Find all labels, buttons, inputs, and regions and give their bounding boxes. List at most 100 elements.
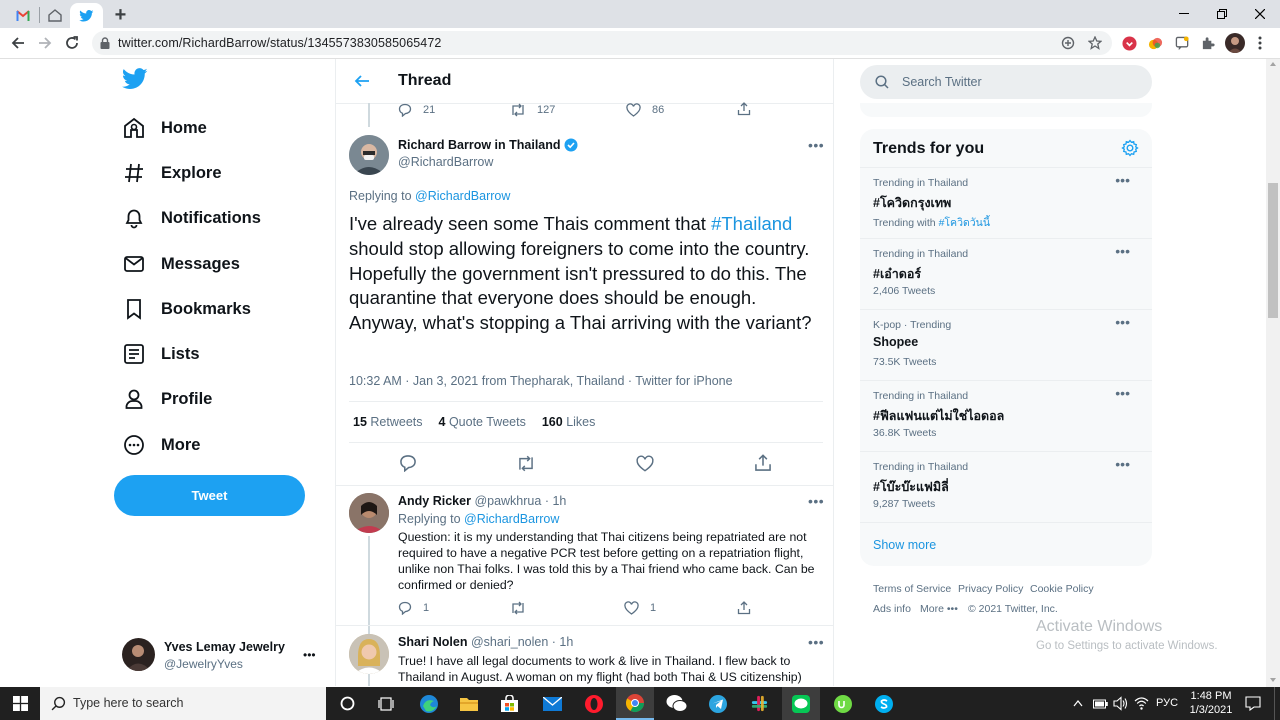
- nav-messages[interactable]: Messages: [122, 249, 240, 279]
- telegram-icon[interactable]: [699, 687, 737, 720]
- trend-item[interactable]: Trending in Thailand #โควิดกรุงเทพ Trend…: [860, 167, 1152, 238]
- file-explorer-icon[interactable]: [450, 687, 488, 720]
- nav-home[interactable]: Home: [122, 113, 207, 143]
- edge-icon[interactable]: [410, 687, 448, 720]
- scroll-down-icon[interactable]: [1270, 678, 1276, 682]
- back-arrow-icon[interactable]: [354, 73, 370, 89]
- taskbar-search-box[interactable]: Type here to search: [40, 687, 326, 720]
- nav-lists[interactable]: Lists: [122, 339, 200, 369]
- language-indicator[interactable]: РУС: [1156, 697, 1178, 709]
- task-view-icon[interactable]: [367, 687, 405, 720]
- upwork-icon[interactable]: [824, 687, 862, 720]
- twitter-logo-icon[interactable]: [122, 68, 148, 90]
- reply-1-retweet-button[interactable]: [510, 601, 526, 615]
- trend-more-icon[interactable]: •••: [1115, 386, 1130, 400]
- reply-2-avatar[interactable]: [349, 634, 389, 674]
- main-share-icon[interactable]: [754, 454, 772, 472]
- reply-1-replying-link[interactable]: @RichardBarrow: [464, 512, 559, 526]
- slack-icon[interactable]: [740, 687, 778, 720]
- main-tweet-author[interactable]: Richard Barrow in Thailand: [398, 138, 578, 152]
- tab-other[interactable]: [38, 3, 71, 28]
- reload-button[interactable]: [61, 32, 83, 54]
- footer-more-link[interactable]: More •••: [920, 603, 958, 615]
- chrome-icon[interactable]: [616, 687, 654, 720]
- nav-notifications[interactable]: Notifications: [122, 203, 261, 233]
- zoom-plus-icon[interactable]: [1061, 36, 1075, 50]
- prev-retweet-button[interactable]: 127: [510, 103, 555, 117]
- close-window-button[interactable]: [1241, 0, 1279, 28]
- forward-button[interactable]: [34, 32, 56, 54]
- new-tab-button[interactable]: +: [104, 3, 137, 28]
- show-more-row[interactable]: Show more: [860, 522, 1152, 566]
- quotes-stat[interactable]: 4 Quote Tweets: [439, 415, 526, 429]
- nav-bookmarks[interactable]: Bookmarks: [122, 294, 251, 324]
- opera-icon[interactable]: [575, 687, 613, 720]
- star-icon[interactable]: [1088, 36, 1102, 50]
- search-box[interactable]: Search Twitter: [860, 65, 1152, 99]
- network-icon[interactable]: [1134, 696, 1149, 711]
- main-tweet-avatar[interactable]: [349, 135, 389, 175]
- browser-menu-icon[interactable]: [1251, 34, 1269, 52]
- trend-item[interactable]: K-pop · Trending Shopee 73.5K Tweets •••: [860, 309, 1152, 380]
- trend-item[interactable]: Trending in Thailand #ฟีลแฟนแต่ไม่ใช่ไอด…: [860, 380, 1152, 451]
- main-tweet-more-icon[interactable]: •••: [808, 138, 824, 152]
- reply-1-like-button[interactable]: 1: [624, 601, 656, 615]
- account-more-icon[interactable]: •••: [303, 648, 316, 662]
- chevron-up-icon[interactable]: [1073, 699, 1083, 707]
- retweets-stat[interactable]: 15 Retweets: [353, 415, 423, 429]
- nav-more[interactable]: More: [122, 430, 200, 460]
- nav-profile[interactable]: Profile: [122, 384, 212, 414]
- trend-item[interactable]: Trending in Thailand #เอ๋าดอร์ 2,406 Twe…: [860, 238, 1152, 309]
- trend-more-icon[interactable]: •••: [1115, 173, 1130, 187]
- trend-item[interactable]: Trending in Thailand #โบ๊ะบ๊ะแฟมิลี่ 9,2…: [860, 451, 1152, 522]
- tab-twitter[interactable]: [70, 3, 103, 28]
- reply-2-more-icon[interactable]: •••: [808, 635, 824, 649]
- trend-more-icon[interactable]: •••: [1115, 244, 1130, 258]
- prev-reply-button[interactable]: 21: [398, 103, 435, 117]
- clock[interactable]: 1:48 PM 1/3/2021: [1186, 689, 1236, 717]
- multicolor-extension-icon[interactable]: [1146, 34, 1164, 52]
- main-like-icon[interactable]: [636, 455, 654, 472]
- minimize-button[interactable]: [1165, 0, 1203, 28]
- trending-with-link[interactable]: #โควิดวันนี้: [939, 217, 990, 229]
- reply-1-name[interactable]: Andy Ricker: [398, 494, 471, 508]
- mail-app-icon[interactable]: [533, 687, 571, 720]
- skype-icon[interactable]: [865, 687, 903, 720]
- reply-1-more-icon[interactable]: •••: [808, 494, 824, 508]
- settings-gear-icon[interactable]: [1121, 139, 1139, 157]
- scroll-up-icon[interactable]: [1270, 62, 1276, 66]
- cookie-link[interactable]: Cookie Policy: [1030, 583, 1094, 595]
- volume-icon[interactable]: [1113, 696, 1128, 711]
- tweet-button[interactable]: Tweet: [114, 475, 305, 516]
- address-bar[interactable]: twitter.com/RichardBarrow/status/1345573…: [92, 31, 1112, 55]
- main-reply-icon[interactable]: [399, 454, 417, 472]
- terms-link[interactable]: Terms of Service: [873, 583, 951, 595]
- reply-2-name[interactable]: Shari Nolen: [398, 635, 467, 649]
- prev-share-button[interactable]: [737, 102, 751, 116]
- hashtag-link[interactable]: #Thailand: [711, 213, 792, 234]
- prev-like-button[interactable]: 86: [626, 103, 664, 117]
- cortana-icon[interactable]: [328, 687, 366, 720]
- scrollbar-thumb[interactable]: [1268, 183, 1278, 318]
- battery-icon[interactable]: [1093, 698, 1108, 709]
- reply-1-share-button[interactable]: [737, 601, 751, 615]
- ads-info-link[interactable]: Ads info: [873, 603, 911, 615]
- pocket-extension-icon[interactable]: [1120, 34, 1138, 52]
- feedback-extension-icon[interactable]: [1173, 34, 1191, 52]
- reply-1-reply-button[interactable]: 1: [398, 601, 429, 615]
- likes-stat[interactable]: 160 Likes: [542, 415, 596, 429]
- main-retweet-icon[interactable]: [516, 455, 536, 472]
- tab-gmail[interactable]: [6, 3, 39, 28]
- line-icon[interactable]: [782, 687, 820, 720]
- account-switcher[interactable]: Yves Lemay Jewelry @JewelryYves •••: [112, 631, 324, 679]
- privacy-link[interactable]: Privacy Policy: [958, 583, 1023, 595]
- trend-more-icon[interactable]: •••: [1115, 315, 1130, 329]
- show-more-link[interactable]: Show more: [873, 538, 936, 552]
- browser-profile-avatar[interactable]: [1225, 33, 1245, 53]
- show-desktop-button[interactable]: [1274, 687, 1280, 720]
- store-icon[interactable]: [490, 687, 528, 720]
- reply-1-avatar[interactable]: [349, 493, 389, 533]
- back-button[interactable]: [7, 32, 29, 54]
- notifications-icon[interactable]: [1245, 696, 1261, 711]
- page-scrollbar[interactable]: [1266, 59, 1280, 687]
